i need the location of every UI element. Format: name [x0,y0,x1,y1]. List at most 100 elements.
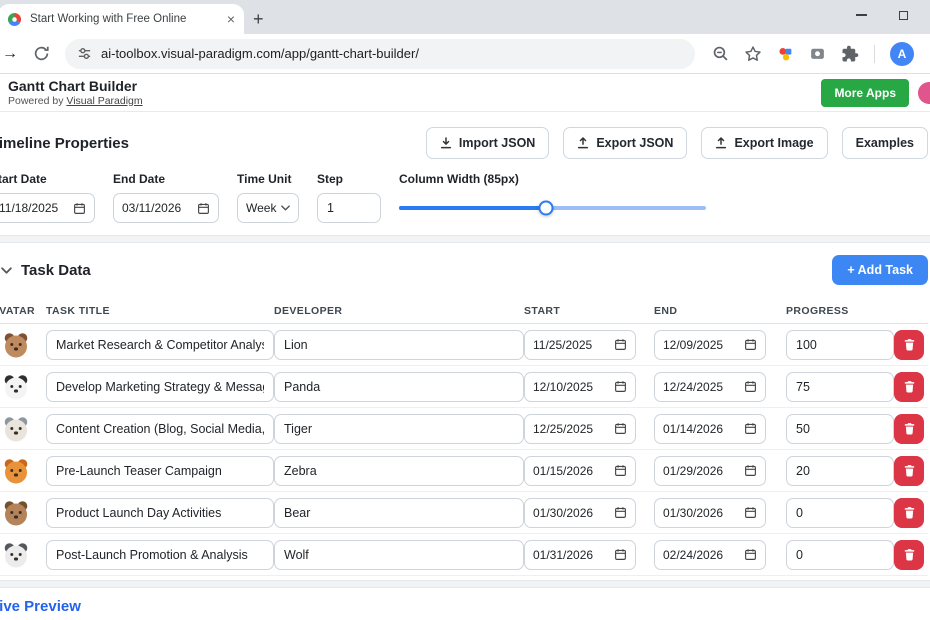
new-tab-button[interactable]: + [253,10,264,28]
calendar-icon[interactable] [744,464,757,477]
address-bar[interactable]: ai-toolbox.visual-paradigm.com/app/gantt… [65,39,695,69]
section-divider [0,235,930,243]
user-avatar[interactable] [918,82,930,104]
end-date-input[interactable]: 12/09/2025 [654,330,766,360]
delete-task-button[interactable] [894,498,924,528]
developer-input[interactable] [274,540,524,570]
calendar-icon[interactable] [744,380,757,393]
examples-button[interactable]: Examples [842,127,928,159]
chevron-down-icon [281,205,290,211]
developer-input[interactable] [274,330,524,360]
delete-task-button[interactable] [894,540,924,570]
export-image-label: Export Image [734,136,813,150]
delete-task-button[interactable] [894,372,924,402]
window-maximize-button[interactable] [899,11,908,20]
start-date-label: Start Date [0,172,95,186]
developer-input[interactable] [274,372,524,402]
start-date-input[interactable]: 11/18/2025 [0,193,95,223]
step-field: Step [317,172,381,223]
extension-icon-2[interactable] [809,45,826,62]
end-date-field: End Date 03/11/2026 [113,172,219,223]
extension-icon[interactable] [777,45,794,62]
progress-input[interactable] [786,414,894,444]
start-date-field: Start Date 11/18/2025 [0,172,95,223]
end-date-input[interactable]: 03/11/2026 [113,193,219,223]
table-row: 12/25/2025 01/14/2026 [0,408,928,450]
delete-task-button[interactable] [894,330,924,360]
download-icon [440,137,452,149]
progress-input[interactable] [786,498,894,528]
task-title-input[interactable] [46,372,274,402]
step-input[interactable] [317,193,381,223]
calendar-icon[interactable] [614,380,627,393]
progress-input[interactable] [786,330,894,360]
column-header-developer: DEVELOPER [274,305,524,317]
calendar-icon[interactable] [744,506,757,519]
start-date-input[interactable]: 01/15/2026 [524,456,636,486]
calendar-icon[interactable] [197,202,210,215]
calendar-icon[interactable] [744,338,757,351]
table-row: 11/25/2025 12/09/2025 [0,324,928,366]
export-image-button[interactable]: Export Image [701,127,827,159]
start-date-input[interactable]: 12/10/2025 [524,372,636,402]
forward-icon[interactable]: → [2,46,18,62]
timeline-properties-section: Timeline Properties Import JSON Export J… [0,112,930,235]
start-date-input[interactable]: 01/31/2026 [524,540,636,570]
avatar-tiger [2,457,30,485]
import-json-button[interactable]: Import JSON [426,127,549,159]
calendar-icon[interactable] [614,548,627,561]
tab-close-icon[interactable]: × [227,12,235,26]
end-date-input[interactable]: 01/30/2026 [654,498,766,528]
developer-input[interactable] [274,414,524,444]
delete-task-button[interactable] [894,414,924,444]
calendar-icon[interactable] [614,338,627,351]
start-date-value: 11/18/2025 [0,201,58,215]
calendar-icon[interactable] [744,422,757,435]
task-title-input[interactable] [46,456,274,486]
task-title-input[interactable] [46,330,274,360]
export-json-button[interactable]: Export JSON [563,127,687,159]
profile-avatar[interactable]: A [890,42,914,66]
start-date-input[interactable]: 12/25/2025 [524,414,636,444]
window-minimize-button[interactable] [856,14,867,16]
end-date-input[interactable]: 02/24/2026 [654,540,766,570]
calendar-icon[interactable] [614,506,627,519]
time-unit-select[interactable]: Week [237,193,299,223]
task-title-input[interactable] [46,498,274,528]
progress-input[interactable] [786,540,894,570]
task-title-input[interactable] [46,414,274,444]
start-date-input[interactable]: 11/25/2025 [524,330,636,360]
bookmark-star-icon[interactable] [744,45,762,63]
end-date-input[interactable]: 01/29/2026 [654,456,766,486]
progress-input[interactable] [786,456,894,486]
collapse-task-data-icon[interactable] [1,267,12,274]
developer-input[interactable] [274,498,524,528]
live-preview-title: Live Preview [0,598,930,615]
more-apps-button[interactable]: More Apps [821,79,909,107]
end-date-value: 01/29/2026 [663,464,723,478]
end-date-input[interactable]: 12/24/2025 [654,372,766,402]
refresh-icon[interactable] [33,45,50,62]
extensions-puzzle-icon[interactable] [841,45,859,63]
start-date-input[interactable]: 01/30/2026 [524,498,636,528]
calendar-icon[interactable] [614,464,627,477]
calendar-icon[interactable] [73,202,86,215]
site-settings-icon[interactable] [77,46,92,61]
browser-tab[interactable]: Start Working with Free Online × [0,4,244,34]
column-header-end: END [654,305,786,317]
delete-task-button[interactable] [894,456,924,486]
calendar-icon[interactable] [614,422,627,435]
end-date-input[interactable]: 01/14/2026 [654,414,766,444]
zoom-icon[interactable] [712,45,729,62]
column-width-slider[interactable] [399,206,706,210]
calendar-icon[interactable] [744,548,757,561]
trash-icon [903,548,916,561]
developer-input[interactable] [274,456,524,486]
column-width-slider-thumb[interactable] [539,201,554,216]
task-title-input[interactable] [46,540,274,570]
add-task-button[interactable]: + Add Task [832,255,928,285]
visual-paradigm-link[interactable]: Visual Paradigm [66,95,142,107]
time-unit-field: Time Unit Week [237,172,299,223]
progress-input[interactable] [786,372,894,402]
app-title: Gantt Chart Builder [8,78,143,94]
